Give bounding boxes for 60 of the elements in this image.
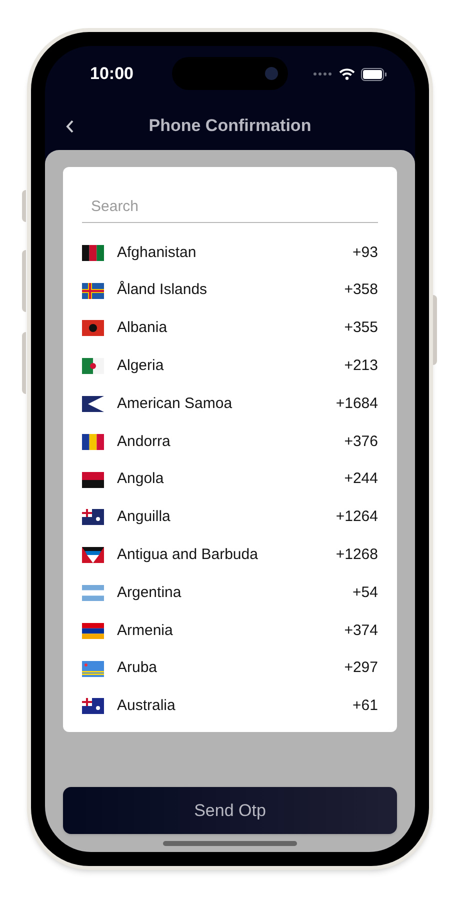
country-name: Aruba <box>117 658 158 678</box>
flag-icon <box>82 320 104 336</box>
country-item[interactable]: Albania +355 <box>82 310 378 348</box>
country-code: +93 <box>352 242 378 263</box>
country-item[interactable]: Anguilla +1264 <box>82 498 378 536</box>
country-code: +1264 <box>336 507 378 528</box>
country-item[interactable]: Armenia +374 <box>82 612 378 650</box>
country-code: +54 <box>352 582 378 603</box>
country-item[interactable]: Antigua and Barbuda +1268 <box>82 536 378 574</box>
status-time: 10:00 <box>90 63 134 86</box>
flag-icon <box>82 282 104 299</box>
flag-icon <box>82 434 104 450</box>
country-name: Albania <box>117 318 168 338</box>
country-name: Åland Islands <box>117 280 208 300</box>
flag-icon <box>82 244 104 261</box>
country-item[interactable]: American Samoa +1684 <box>82 385 378 423</box>
battery-icon <box>361 68 387 80</box>
country-item[interactable]: Argentina +54 <box>82 574 378 612</box>
signal-dots-icon <box>313 72 333 76</box>
search-field[interactable]: Search <box>82 190 378 223</box>
country-item[interactable]: Aruba +297 <box>82 650 378 688</box>
country-name: Anguilla <box>117 507 170 528</box>
country-code: +355 <box>344 318 378 338</box>
flag-icon <box>82 585 104 602</box>
country-name: Afghanistan <box>117 242 196 263</box>
country-code: +358 <box>344 280 378 300</box>
flag-icon <box>82 660 104 677</box>
country-code: +244 <box>344 469 378 490</box>
country-code: +1684 <box>336 394 378 414</box>
flag-icon <box>82 472 104 488</box>
page-title: Phone Confirmation <box>148 115 312 138</box>
wifi-icon <box>339 68 355 80</box>
flag-icon <box>82 509 104 526</box>
country-name: Angola <box>117 469 164 490</box>
country-name: Andorra <box>117 432 170 452</box>
country-item[interactable]: Andorra +376 <box>82 422 378 461</box>
country-name: Algeria <box>117 356 164 376</box>
send-otp-button[interactable]: Send Otp <box>63 787 397 834</box>
country-name: American Samoa <box>117 394 232 414</box>
flag-icon <box>82 698 104 714</box>
country-item[interactable]: Algeria +213 <box>82 347 378 386</box>
country-name: Armenia <box>117 620 173 641</box>
country-name: Antigua and Barbuda <box>117 545 258 566</box>
country-name: Argentina <box>117 582 182 603</box>
flag-icon <box>82 622 104 639</box>
country-code: +374 <box>344 620 378 641</box>
country-name: Australia <box>117 696 176 716</box>
flag-icon <box>82 396 104 412</box>
country-code: +1268 <box>336 545 378 566</box>
flag-icon <box>82 358 104 374</box>
country-item[interactable]: Afghanistan +93 <box>82 234 378 272</box>
chevron-left-icon <box>66 120 74 132</box>
country-code: +297 <box>344 658 378 678</box>
country-item[interactable]: Åland Islands +358 <box>82 272 378 310</box>
flag-icon <box>82 547 104 564</box>
country-item[interactable]: Australia +61 <box>82 688 378 726</box>
country-code: +213 <box>344 356 378 376</box>
country-item[interactable]: Angola +244 <box>82 460 378 499</box>
country-code: +376 <box>344 432 378 452</box>
country-code: +61 <box>352 696 378 716</box>
